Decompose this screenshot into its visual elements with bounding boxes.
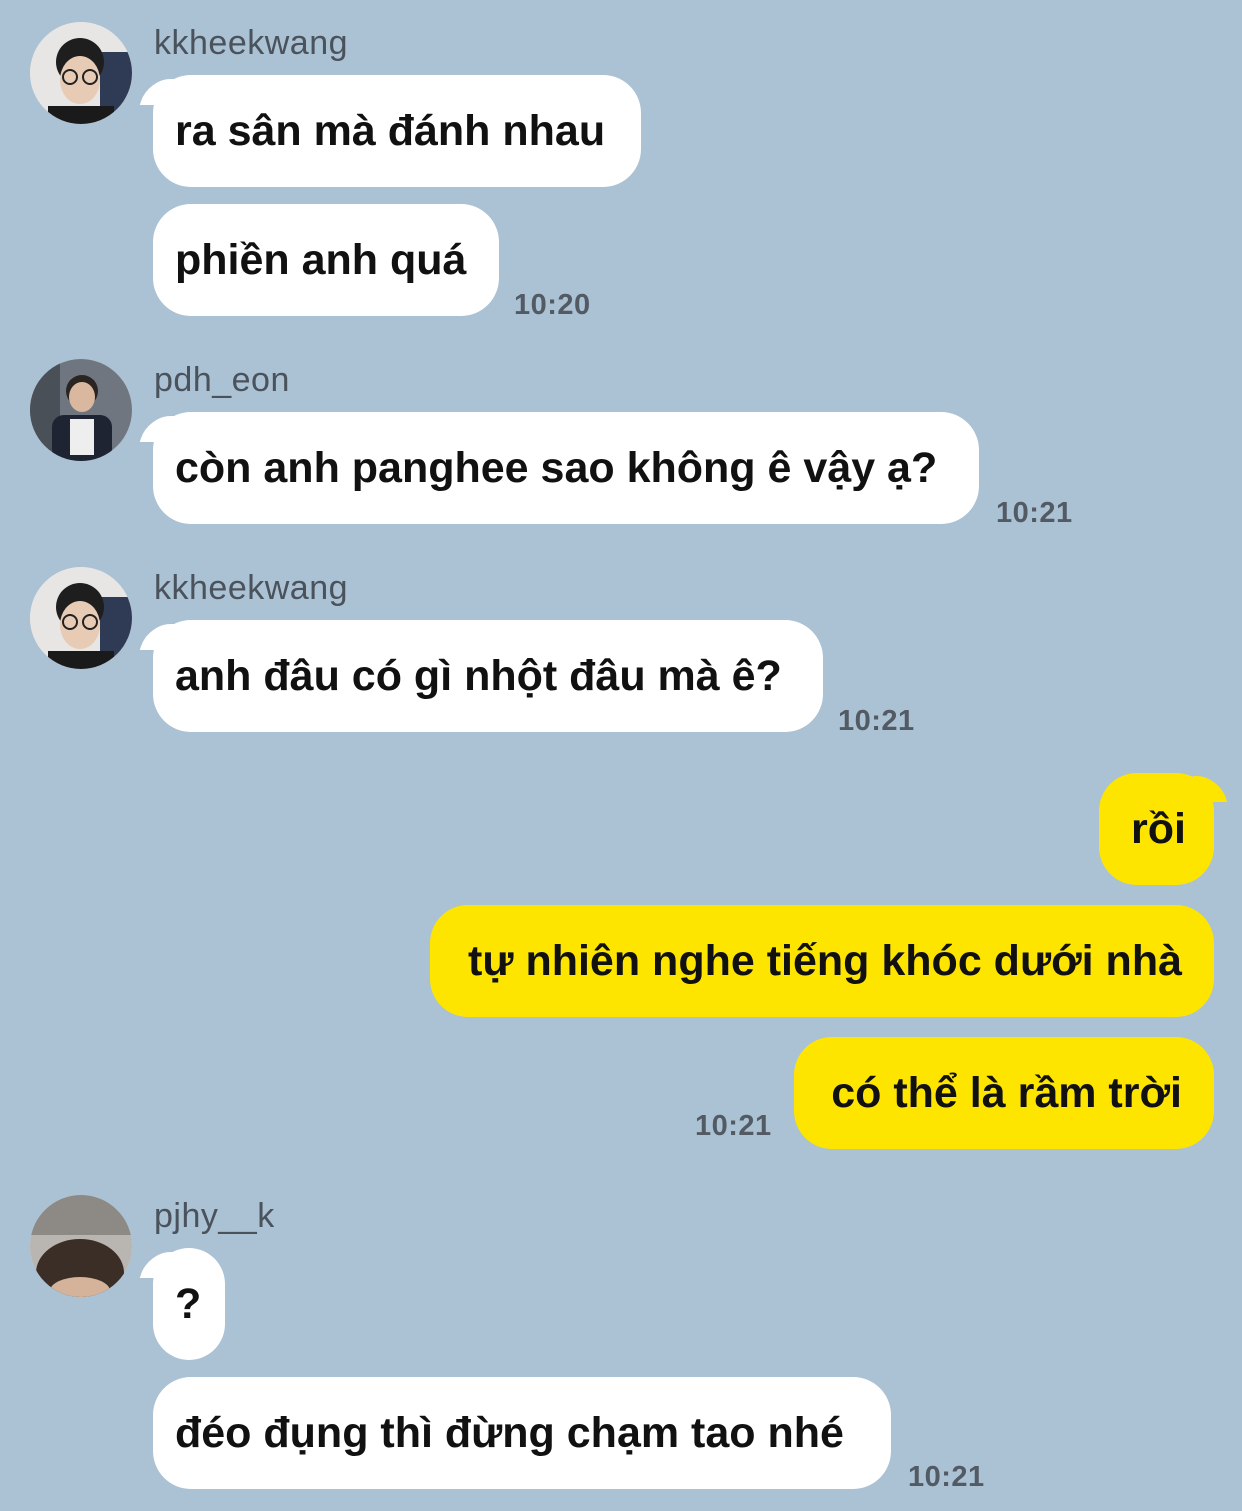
- message-bubble-outgoing[interactable]: rồi: [1099, 773, 1214, 885]
- message-text: đéo đụng thì đừng chạm tao nhé: [175, 1408, 844, 1457]
- avatar-pdh-eon[interactable]: [30, 359, 132, 461]
- sender-name: kkheekwang: [154, 569, 349, 607]
- message-text: rồi: [1131, 804, 1186, 853]
- avatar-kkheekwang[interactable]: [30, 567, 132, 669]
- avatar-pjhy-k[interactable]: [30, 1195, 132, 1297]
- message-bubble[interactable]: phiền anh quá: [153, 204, 499, 316]
- message-text: phiền anh quá: [175, 235, 467, 284]
- message-bubble[interactable]: còn anh panghee sao không ê vậy ạ?: [153, 412, 979, 524]
- message-text: ?: [175, 1279, 202, 1328]
- timestamp: 10:20: [514, 289, 591, 321]
- timestamp: 10:21: [695, 1110, 772, 1142]
- message-bubble[interactable]: ?: [153, 1248, 225, 1360]
- timestamp: 10:21: [996, 497, 1073, 529]
- message-text: có thể là rầm trời: [831, 1068, 1182, 1117]
- message-bubble[interactable]: anh đâu có gì nhột đâu mà ê?: [153, 620, 823, 732]
- message-bubble-outgoing[interactable]: tự nhiên nghe tiếng khóc dưới nhà: [430, 905, 1214, 1017]
- message-bubble-outgoing[interactable]: có thể là rầm trời: [794, 1037, 1214, 1149]
- message-text: ra sân mà đánh nhau: [175, 106, 606, 155]
- message-text: tự nhiên nghe tiếng khóc dưới nhà: [468, 936, 1182, 985]
- timestamp: 10:21: [908, 1461, 985, 1493]
- sender-name: pdh_eon: [154, 361, 290, 399]
- message-text: còn anh panghee sao không ê vậy ạ?: [175, 443, 938, 492]
- message-text: anh đâu có gì nhột đâu mà ê?: [175, 651, 782, 700]
- message-bubble[interactable]: ra sân mà đánh nhau: [153, 75, 641, 187]
- sender-name: kkheekwang: [154, 24, 349, 62]
- avatar-kkheekwang[interactable]: [30, 22, 132, 124]
- sender-name: pjhy__k: [154, 1197, 275, 1235]
- timestamp: 10:21: [838, 705, 915, 737]
- message-bubble[interactable]: đéo đụng thì đừng chạm tao nhé: [153, 1377, 891, 1489]
